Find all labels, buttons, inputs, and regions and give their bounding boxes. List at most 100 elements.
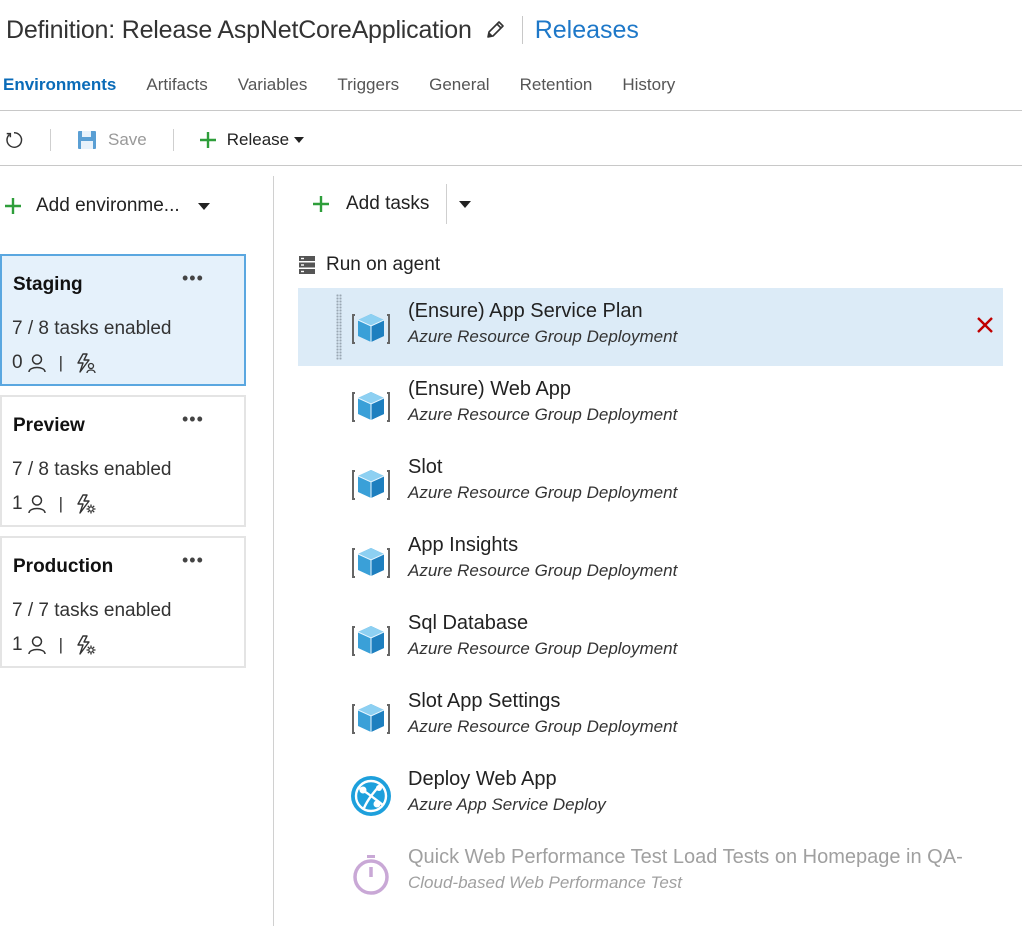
add-tasks-button[interactable]: Add tasks	[312, 188, 429, 220]
tab-retention[interactable]: Retention	[520, 75, 593, 95]
tabs-divider	[0, 110, 1022, 111]
environment-meta: 1 |	[12, 493, 97, 515]
add-environment-label: Add environme...	[36, 195, 180, 216]
environment-card-production[interactable]: Production ••• 7 / 7 tasks enabled 1 |	[0, 536, 246, 668]
save-label: Save	[108, 130, 147, 149]
task-name: Deploy Web App	[408, 768, 557, 790]
task-name: Sql Database	[408, 612, 529, 634]
environment-card-preview[interactable]: Preview ••• 7 / 8 tasks enabled 1 |	[0, 395, 246, 527]
tab-history[interactable]: History	[622, 75, 675, 95]
more-options-icon[interactable]: •••	[182, 268, 204, 289]
azure-resource-group-icon	[352, 469, 390, 500]
task-name: Slot	[408, 456, 443, 478]
approvers-person-icon[interactable]	[27, 635, 47, 655]
task-name: Slot App Settings	[408, 690, 561, 712]
chevron-down-icon	[294, 137, 305, 143]
tab-environments[interactable]: Environments	[3, 75, 116, 95]
meta-divider: |	[58, 494, 63, 513]
environment-name: Production	[13, 556, 114, 577]
azure-resource-group-icon	[352, 313, 390, 344]
plus-icon	[313, 196, 329, 212]
environment-task-count: 7 / 7 tasks enabled	[12, 600, 172, 621]
toolbar-divider-line	[0, 165, 1022, 166]
task-row[interactable]: (Ensure) App Service Plan Azure Resource…	[298, 288, 1003, 366]
environment-name: Staging	[13, 274, 83, 295]
environment-card-staging[interactable]: Staging ••• 7 / 8 tasks enabled 0 |	[0, 254, 246, 386]
tab-artifacts[interactable]: Artifacts	[146, 75, 207, 95]
task-type: Azure Resource Group Deployment	[408, 483, 678, 502]
environment-task-count: 7 / 8 tasks enabled	[12, 459, 172, 480]
environment-meta: 0 |	[12, 352, 97, 374]
plus-icon	[199, 132, 216, 148]
task-type: Azure Resource Group Deployment	[408, 561, 678, 580]
approvers-person-icon[interactable]	[27, 353, 47, 373]
toolbar: Save Release	[0, 122, 305, 158]
deployment-trigger-person-icon[interactable]	[75, 352, 97, 374]
app-service-globe-icon	[350, 775, 392, 817]
approver-count: 1	[12, 493, 23, 514]
environment-meta: 1 |	[12, 634, 97, 656]
toolbar-divider	[50, 129, 51, 151]
task-name: (Ensure) App Service Plan	[408, 300, 643, 322]
approvers-person-icon[interactable]	[27, 494, 47, 514]
toolbar-divider	[172, 129, 174, 151]
page-title: Definition: Release AspNetCoreApplicatio…	[6, 15, 472, 44]
refresh-icon[interactable]	[4, 130, 24, 150]
task-name: (Ensure) Web App	[408, 378, 572, 400]
task-row[interactable]: Sql Database Azure Resource Group Deploy…	[298, 600, 1003, 678]
deployment-trigger-gear-icon[interactable]	[75, 634, 97, 656]
release-label: Release	[226, 130, 290, 149]
task-type: Cloud-based Web Performance Test	[408, 873, 683, 892]
azure-resource-group-icon	[352, 703, 390, 734]
task-row[interactable]: App Insights Azure Resource Group Deploy…	[298, 522, 1003, 600]
chevron-down-icon[interactable]	[459, 201, 471, 208]
task-row[interactable]: Quick Web Performance Test Load Tests on…	[298, 834, 1003, 912]
task-name: App Insights	[408, 534, 519, 556]
task-row[interactable]: Slot App Settings Azure Resource Group D…	[298, 678, 1003, 756]
releases-link[interactable]: Releases	[535, 16, 639, 45]
deployment-trigger-gear-icon[interactable]	[75, 493, 97, 515]
environment-task-count: 7 / 8 tasks enabled	[12, 318, 172, 339]
azure-resource-group-icon	[352, 391, 390, 422]
definition-tabs: Environments Artifacts Variables Trigger…	[0, 70, 705, 100]
azure-resource-group-icon	[352, 547, 390, 578]
save-button[interactable]: Save	[76, 129, 147, 151]
drag-handle[interactable]	[336, 294, 342, 360]
meta-divider: |	[58, 635, 63, 654]
release-button[interactable]: Release	[199, 130, 305, 150]
meta-divider: |	[58, 353, 63, 372]
run-on-agent-phase[interactable]: Run on agent	[298, 252, 440, 278]
task-row[interactable]: (Ensure) Web App Azure Resource Group De…	[298, 366, 1003, 444]
approver-count: 1	[12, 634, 23, 655]
chevron-down-icon[interactable]	[197, 202, 210, 210]
title-divider	[521, 16, 523, 44]
agent-server-icon	[299, 256, 315, 274]
azure-resource-group-icon	[352, 625, 390, 656]
approver-count: 0	[12, 352, 23, 373]
task-name: Quick Web Performance Test Load Tests on…	[408, 846, 963, 868]
add-tasks-label: Add tasks	[346, 193, 430, 214]
task-type: Azure App Service Deploy	[408, 795, 606, 814]
add-environment-button[interactable]: Add environme...	[4, 190, 210, 222]
more-options-icon[interactable]: •••	[182, 409, 204, 430]
phase-label: Run on agent	[326, 254, 441, 275]
task-type: Azure Resource Group Deployment	[408, 327, 678, 346]
environment-name: Preview	[13, 415, 85, 436]
pencil-edit-icon[interactable]	[484, 18, 508, 42]
tab-triggers[interactable]: Triggers	[337, 75, 399, 95]
more-options-icon[interactable]: •••	[182, 550, 204, 571]
task-type: Azure Resource Group Deployment	[408, 717, 678, 736]
stopwatch-icon	[353, 853, 389, 895]
add-tasks-divider	[446, 184, 447, 224]
delete-task-icon[interactable]	[976, 316, 994, 334]
task-row[interactable]: Deploy Web App Azure App Service Deploy	[298, 756, 1003, 834]
header: Definition: Release AspNetCoreApplicatio…	[6, 10, 639, 50]
panel-divider	[273, 176, 274, 926]
tab-variables[interactable]: Variables	[238, 75, 308, 95]
plus-icon	[5, 198, 21, 214]
tab-general[interactable]: General	[429, 75, 489, 95]
task-type: Azure Resource Group Deployment	[408, 405, 678, 424]
save-icon	[78, 131, 96, 149]
task-type: Azure Resource Group Deployment	[408, 639, 678, 658]
task-row[interactable]: Slot Azure Resource Group Deployment	[298, 444, 1003, 522]
